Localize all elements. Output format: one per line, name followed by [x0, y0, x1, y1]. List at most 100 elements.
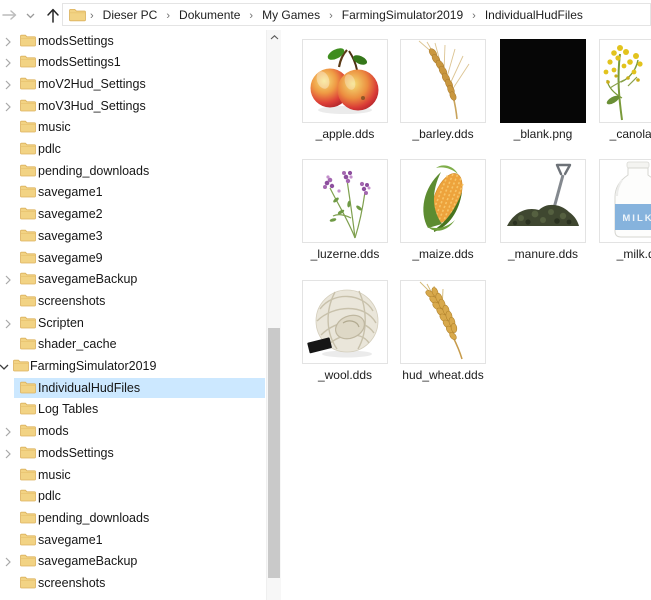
- sidebar-item-individualhudfiles[interactable]: IndividualHudFiles: [0, 378, 266, 400]
- folder-icon: [20, 34, 36, 47]
- wool-ball-icon: [302, 280, 388, 364]
- sidebar-item-savegame9[interactable]: savegame9: [0, 248, 266, 270]
- sidebar-item-label: savegameBackup: [38, 269, 137, 290]
- sidebar-item-label: moV3Hud_Settings: [38, 96, 146, 117]
- file-label: _manure.dds: [500, 247, 586, 261]
- sidebar-item-savegamebackup[interactable]: savegameBackup: [0, 551, 266, 573]
- sidebar-item-music[interactable]: music: [0, 117, 266, 139]
- folder-icon: [20, 251, 36, 264]
- sidebar-item-label: pdlc: [38, 486, 61, 507]
- sidebar-item-pdlc[interactable]: pdlc: [0, 139, 266, 161]
- scroll-up-icon[interactable]: [267, 30, 282, 45]
- folder-icon: [20, 554, 36, 567]
- sidebar-item-label: mods: [38, 421, 69, 442]
- breadcrumb-item[interactable]: IndividualHudFiles: [480, 8, 588, 22]
- sidebar-item-label: moV2Hud_Settings: [38, 74, 146, 95]
- folder-icon: [69, 8, 86, 22]
- up-arrow-icon[interactable]: [44, 5, 62, 25]
- address-bar[interactable]: ›Dieser PC›Dokumente›My Games›FarmingSim…: [62, 3, 651, 26]
- chevron-right-icon[interactable]: [5, 102, 11, 112]
- sidebar-item-shader-cache[interactable]: shader_cache: [0, 334, 266, 356]
- sidebar-item-label: savegame1: [38, 530, 103, 551]
- sidebar-item-modssettings[interactable]: modsSettings: [0, 443, 266, 465]
- folder-icon: [20, 381, 36, 394]
- file-item[interactable]: _maize.dds: [400, 159, 486, 261]
- folder-icon: [20, 489, 36, 502]
- file-item[interactable]: _luzerne.dds: [302, 159, 388, 261]
- milk-label-text: MILK: [622, 213, 651, 224]
- sidebar-item-label: FarmingSimulator2019: [30, 356, 156, 377]
- file-item[interactable]: MILK _milk.dds: [599, 159, 651, 261]
- breadcrumb-item[interactable]: Dokumente: [174, 8, 245, 22]
- sidebar-item-label: savegame3: [38, 226, 103, 247]
- sidebar-scrollbar[interactable]: [266, 30, 281, 600]
- chevron-right-icon[interactable]: [5, 557, 11, 567]
- sidebar-item-pending-downloads[interactable]: pending_downloads: [0, 508, 266, 530]
- sidebar-item-scripten[interactable]: Scripten: [0, 313, 266, 335]
- sidebar-item-label: pending_downloads: [38, 161, 149, 182]
- folder-icon: [20, 120, 36, 133]
- sidebar-item-label: modsSettings1: [38, 52, 121, 73]
- sidebar-item-label: modsSettings: [38, 443, 114, 464]
- sidebar-item-label: modsSettings: [38, 31, 114, 52]
- breadcrumb-separator: ›: [325, 10, 337, 22]
- sidebar-scrollbar-thumb[interactable]: [268, 328, 280, 578]
- sidebar-item-savegame3[interactable]: savegame3: [0, 226, 266, 248]
- forward-arrow-icon[interactable]: [1, 7, 19, 23]
- sidebar-item-label: IndividualHudFiles: [38, 378, 140, 399]
- sidebar-item-screenshots[interactable]: screenshots: [0, 291, 266, 313]
- chevron-right-icon[interactable]: [5, 319, 11, 329]
- folder-icon: [20, 99, 36, 112]
- sidebar-item-farmingsimulator2019[interactable]: FarmingSimulator2019: [0, 356, 266, 378]
- folder-icon: [20, 402, 36, 415]
- folder-icon: [20, 511, 36, 524]
- chevron-down-icon[interactable]: [24, 11, 36, 21]
- file-item[interactable]: _blank.png: [500, 39, 586, 141]
- file-item[interactable]: _barley.dds: [400, 39, 486, 141]
- breadcrumb-separator: ›: [86, 10, 98, 22]
- file-label: _barley.dds: [400, 127, 486, 141]
- file-item[interactable]: _wool.dds: [302, 280, 388, 382]
- sidebar-item-log-tables[interactable]: Log Tables: [0, 399, 266, 421]
- file-item[interactable]: _canola.dds: [599, 39, 651, 141]
- folder-icon: [20, 424, 36, 437]
- folder-icon: [20, 576, 36, 589]
- chevron-down-icon[interactable]: [0, 364, 9, 370]
- breadcrumb-item[interactable]: FarmingSimulator2019: [337, 8, 468, 22]
- sidebar-item-music[interactable]: music: [0, 465, 266, 487]
- file-item[interactable]: _manure.dds: [500, 159, 586, 261]
- sidebar-item-label: Scripten: [38, 313, 84, 334]
- canola-plant-icon: [599, 39, 651, 123]
- breadcrumb-separator: ›: [162, 10, 174, 22]
- sidebar-item-savegame2[interactable]: savegame2: [0, 204, 266, 226]
- file-label: _blank.png: [500, 127, 586, 141]
- sidebar-item-modssettings1[interactable]: modsSettings1: [0, 52, 266, 74]
- sidebar-item-savegame1[interactable]: savegame1: [0, 182, 266, 204]
- chevron-right-icon[interactable]: [5, 427, 11, 437]
- folder-icon: [20, 77, 36, 90]
- breadcrumb-item[interactable]: Dieser PC: [98, 8, 163, 22]
- sidebar-item-modssettings[interactable]: modsSettings: [0, 31, 266, 53]
- sidebar-item-pending-downloads[interactable]: pending_downloads: [0, 161, 266, 183]
- sidebar-item-screenshots[interactable]: screenshots: [0, 573, 266, 595]
- navigation-pane: modsSettingsmodsSettings1moV2Hud_Setting…: [0, 30, 266, 600]
- sidebar-item-mov3hud-settings[interactable]: moV3Hud_Settings: [0, 96, 266, 118]
- sidebar-item-savegame1[interactable]: savegame1: [0, 530, 266, 552]
- sidebar-item-label: savegame2: [38, 204, 103, 225]
- file-item[interactable]: _apple.dds: [302, 39, 388, 141]
- sidebar-item-pdlc[interactable]: pdlc: [0, 486, 266, 508]
- chevron-right-icon[interactable]: [5, 449, 11, 459]
- file-item[interactable]: hud_wheat.dds: [400, 280, 486, 382]
- sidebar-item-savegamebackup[interactable]: savegameBackup: [0, 269, 266, 291]
- wheat-ear-icon: [400, 280, 486, 364]
- chevron-right-icon[interactable]: [5, 37, 11, 47]
- chevron-right-icon[interactable]: [5, 275, 11, 285]
- chevron-right-icon[interactable]: [5, 58, 11, 68]
- manure-pile-icon: [500, 159, 586, 243]
- black-square-icon: [500, 39, 586, 123]
- sidebar-item-mov2hud-settings[interactable]: moV2Hud_Settings: [0, 74, 266, 96]
- breadcrumb-item[interactable]: My Games: [257, 8, 325, 22]
- chevron-right-icon[interactable]: [5, 80, 11, 90]
- sidebar-item-mods[interactable]: mods: [0, 421, 266, 443]
- file-grid: _apple.dds _barley.dds _blank.png _canola…: [282, 30, 651, 600]
